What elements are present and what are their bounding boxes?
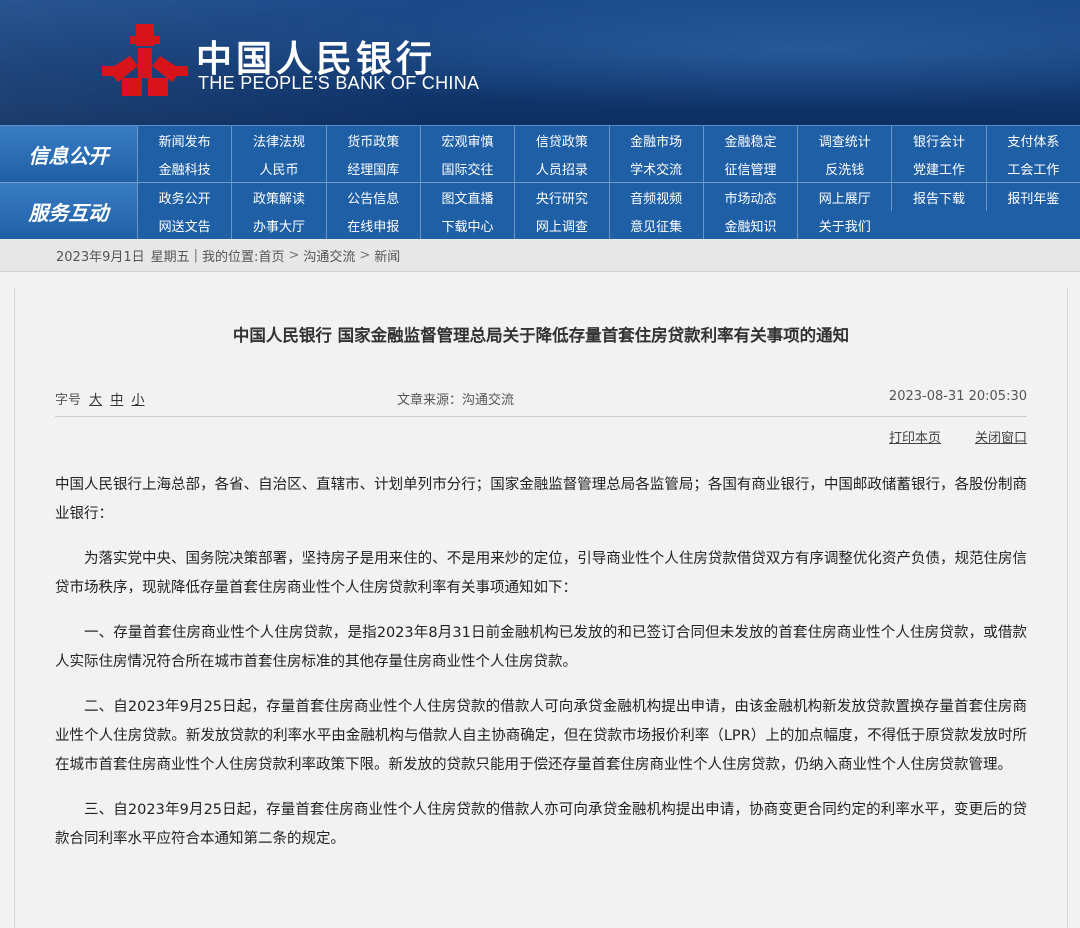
nav-item-row1-9[interactable]: 支付体系 [985,126,1080,154]
article-paragraph: 一、存量首套住房商业性个人住房贷款，是指2023年8月31日前金融机构已发放的和… [55,625,1027,670]
nav-item-row2-0[interactable]: 政务公开 [137,183,231,211]
nav-item-row2-4[interactable]: 央行研究 [514,183,608,211]
breadcrumb-section-link[interactable]: 沟通交流 [303,246,355,265]
site-banner: 中国人民银行 THE PEOPLE'S BANK OF CHINA [0,0,1080,125]
article-title: 中国人民银行 国家金融监督管理总局关于降低存量首套住房贷款利率有关事项的通知 [232,326,850,345]
breadcrumb-home-link[interactable]: 首页 [258,246,284,265]
nav-item-row2-3[interactable]: 图文直播 [419,183,514,211]
article-body: 中国人民银行上海总部，各省、自治区、直辖市、计划单列市分行；国家金融监督管理总局… [55,471,1027,854]
nav-item-row2-11[interactable]: 办事大厅 [231,211,325,239]
nav-item-row2-15[interactable]: 意见征集 [608,211,703,239]
nav-item-row2-5[interactable]: 音频视频 [608,183,703,211]
nav-item-row1-10[interactable]: 金融科技 [137,154,231,182]
nav-section-service[interactable]: 服务互动 [0,183,137,239]
article-paragraph: 为落实党中央、国务院决策部署，坚持房子是用来住的、不是用来炒的定位，引导商业性个… [55,551,1027,596]
nav-item-row1-12[interactable]: 经理国库 [325,154,420,182]
article-meta: 字号 大 中 小 文章来源：沟通交流 2023-08-31 20:05:30 [55,386,1027,417]
nav-item-row2-16[interactable]: 金融知识 [702,211,797,239]
nav-item-row1-18[interactable]: 党建工作 [891,154,985,182]
nav-grid-info: 新闻发布 法律法规 货币政策 宏观审慎 信贷政策 金融市场 金融稳定 调查统计 银行会计 支付体系… [137,126,1080,182]
nav-item-row1-6[interactable]: 金融稳定 [702,126,797,154]
breadcrumb-separator: > [359,247,371,263]
breadcrumb-separator: > [288,247,300,263]
nav-section-info-public[interactable]: 信息公开 [0,126,137,182]
nav-item-row2-9[interactable]: 报刊年鉴 [985,183,1080,211]
main-nav: 信息公开 新闻发布 法律法规 货币政策 宏观审慎 信贷政策 金融市场 金融稳定 调查统计 银行会… [0,125,1080,239]
close-window-link[interactable]: 关闭窗口 [975,427,1027,446]
nav-item-row2-10[interactable]: 网送文告 [137,211,231,239]
nav-item-row2-7[interactable]: 网上展厅 [797,183,891,211]
breadcrumb-current[interactable]: 新闻 [374,246,400,265]
font-large-link[interactable]: 大 [89,393,102,408]
nav-item-row2-8[interactable]: 报告下载 [891,183,985,211]
nav-item-row1-0[interactable]: 新闻发布 [137,126,231,154]
bank-en-name: THE PEOPLE'S BANK OF CHINA [198,73,480,93]
location-prefix: 我的位置: [202,249,259,265]
nav-item-row2-14[interactable]: 网上调查 [514,211,608,239]
article-source: 文章来源：沟通交流 [397,393,515,408]
nav-item-row1-8[interactable]: 银行会计 [891,126,985,154]
nav-item-row1-7[interactable]: 调查统计 [797,126,891,154]
nav-item-row1-3[interactable]: 宏观审慎 [419,126,514,154]
nav-row-info: 信息公开 新闻发布 法律法规 货币政策 宏观审慎 信贷政策 金融市场 金融稳定 调查统计 银行会… [0,126,1080,183]
nav-item-row1-5[interactable]: 金融市场 [608,126,703,154]
nav-item-row1-1[interactable]: 法律法规 [231,126,325,154]
current-date: 2023年9月1日 [56,249,145,265]
print-page-link[interactable]: 打印本页 [889,427,941,446]
nav-item-row2-12[interactable]: 在线申报 [325,211,420,239]
font-size-control: 字号 大 中 小 [55,389,144,408]
breadcrumb: 2023年9月1日 星期五 | 我的位置: 首页 > 沟通交流 > 新闻 [0,239,1080,272]
font-medium-link[interactable]: 中 [110,393,123,408]
nav-item-row1-2[interactable]: 货币政策 [325,126,420,154]
nav-item-row1-11[interactable]: 人民币 [231,154,325,182]
article-paragraph: 三、自2023年9月25日起，存量首套住房商业性个人住房贷款的借款人亦可向承贷金… [55,802,1027,847]
nav-grid-service: 政务公开 政策解读 公告信息 图文直播 央行研究 音频视频 市场动态 网上展厅 报告下载 报刊年鉴… [137,183,1080,239]
article-tools: 打印本页 关闭窗口 [55,417,1027,451]
nav-item-row2-6[interactable]: 市场动态 [702,183,797,211]
article-container: 中国人民银行 国家金融监督管理总局关于降低存量首套住房贷款利率有关事项的通知 字… [14,288,1068,928]
article-datetime: 2023-08-31 20:05:30 [888,389,1027,404]
article-paragraph: 中国人民银行上海总部，各省、自治区、直辖市、计划单列市分行；国家金融监督管理总局… [55,477,1027,522]
pboc-logo-icon[interactable] [100,22,190,102]
nav-item-row2-1[interactable]: 政策解读 [231,183,325,211]
nav-item-row1-13[interactable]: 国际交往 [419,154,514,182]
breadcrumb-divider: | [193,247,199,263]
nav-item-row1-4[interactable]: 信贷政策 [514,126,608,154]
nav-item-row1-19[interactable]: 工会工作 [985,154,1080,182]
nav-item-row1-17[interactable]: 反洗钱 [797,154,891,182]
nav-item-row1-14[interactable]: 人员招录 [514,154,608,182]
nav-item-row2-17[interactable]: 关于我们 [797,211,891,239]
article-paragraph: 二、自2023年9月25日起，存量首套住房商业性个人住房贷款的借款人可向承贷金融… [55,699,1027,773]
font-small-link[interactable]: 小 [131,393,144,408]
font-size-label: 字号 [55,393,82,408]
nav-item-row1-15[interactable]: 学术交流 [608,154,703,182]
current-weekday: 星期五 [150,249,190,265]
nav-item-row1-16[interactable]: 征信管理 [702,154,797,182]
nav-item-row2-13[interactable]: 下载中心 [419,211,514,239]
nav-item-row2-2[interactable]: 公告信息 [325,183,420,211]
nav-row-service: 服务互动 政务公开 政策解读 公告信息 图文直播 央行研究 音频视频 市场动态 网上展厅 报告下… [0,183,1080,239]
